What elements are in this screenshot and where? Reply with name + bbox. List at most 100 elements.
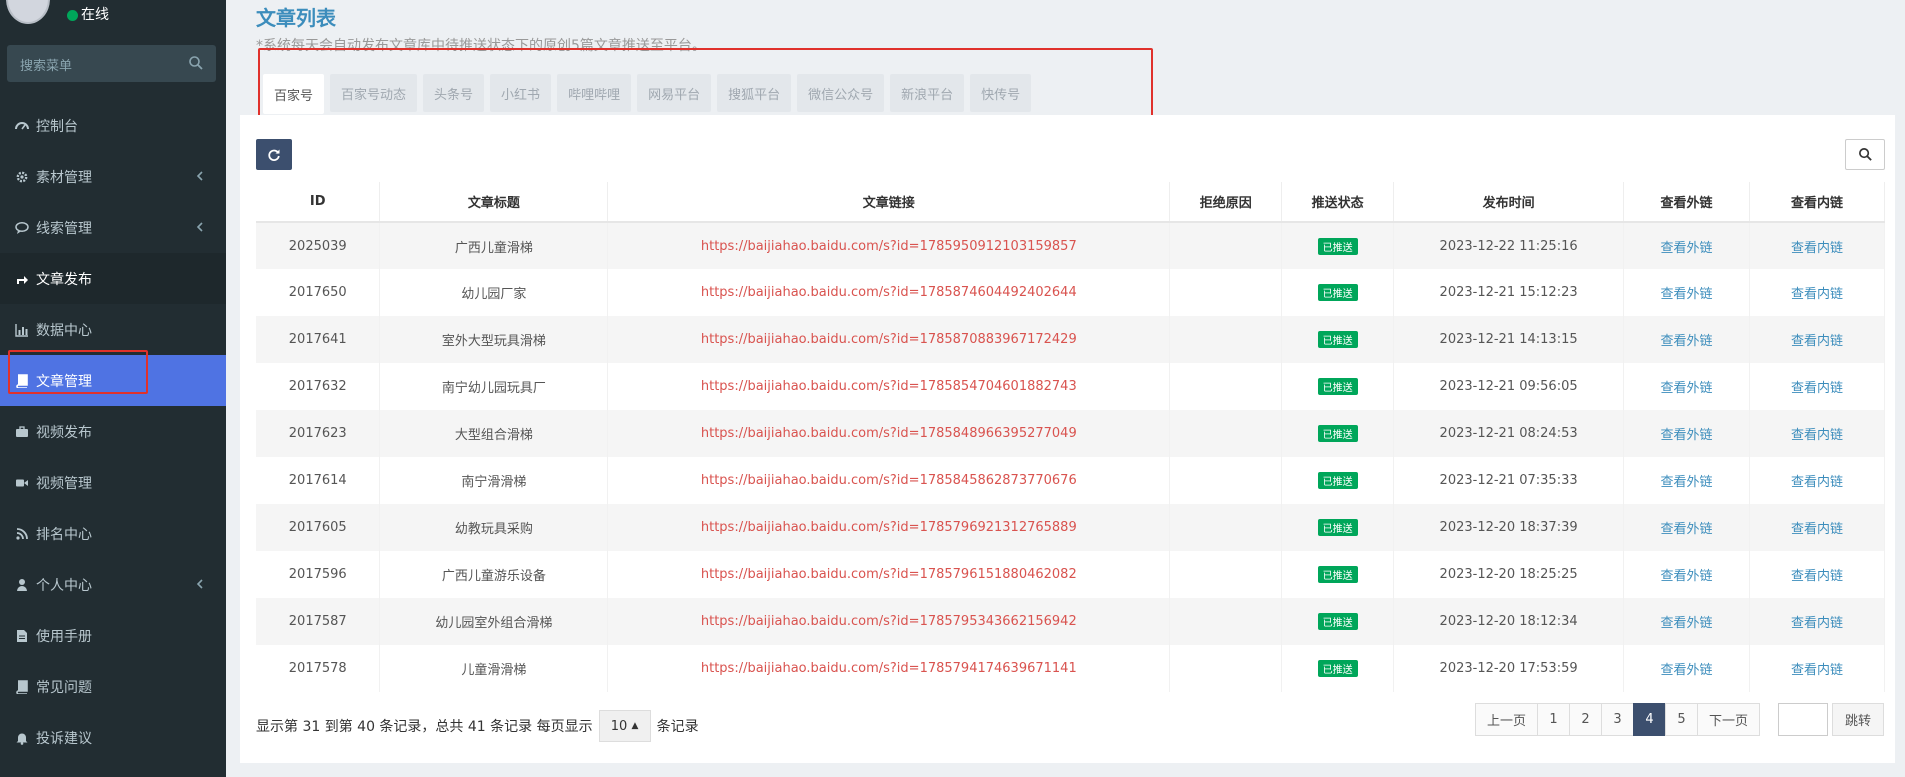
view-internal-link[interactable]: 查看内链 xyxy=(1791,334,1843,349)
chevron-left-icon xyxy=(196,579,203,589)
status-badge: 已推送 xyxy=(1317,425,1358,442)
status-badge: 已推送 xyxy=(1317,613,1358,630)
cell-id: 2017632 xyxy=(256,363,381,410)
view-external-link[interactable]: 查看外链 xyxy=(1661,334,1713,349)
refresh-button[interactable] xyxy=(256,139,292,170)
jump-page-input[interactable] xyxy=(1778,703,1828,736)
article-link[interactable]: https://baijiahao.baidu.com/s?id=1785845… xyxy=(701,473,1077,488)
book-icon xyxy=(14,679,30,695)
view-external-link[interactable]: 查看外链 xyxy=(1661,287,1713,302)
view-external-link[interactable]: 查看外链 xyxy=(1661,475,1713,490)
column-header[interactable]: 推送状态 xyxy=(1281,182,1395,223)
view-external-link[interactable]: 查看外链 xyxy=(1661,616,1713,631)
page-button[interactable]: 5 xyxy=(1665,703,1699,736)
article-link[interactable]: https://baijiahao.baidu.com/s?id=1785854… xyxy=(701,379,1077,394)
article-link[interactable]: https://baijiahao.baidu.com/s?id=1785794… xyxy=(701,661,1077,676)
pagination: 上一页 1 2 3 4 5 下一页 xyxy=(1475,703,1761,736)
share-icon xyxy=(14,271,30,287)
sidebar-item-6[interactable]: 视频发布 xyxy=(0,406,226,457)
column-header[interactable]: ID xyxy=(256,182,381,223)
page-button[interactable]: 2 xyxy=(1569,703,1603,736)
page-button[interactable]: 1 xyxy=(1537,703,1571,736)
cell-id: 2017605 xyxy=(256,504,381,551)
view-external-link[interactable]: 查看外链 xyxy=(1661,241,1713,256)
article-link[interactable]: https://baijiahao.baidu.com/s?id=1785795… xyxy=(701,614,1077,629)
status-badge: 已推送 xyxy=(1317,660,1358,677)
sidebar-item-label: 数据中心 xyxy=(36,322,92,339)
column-header[interactable]: 查看内链 xyxy=(1749,182,1885,223)
sidebar-item-3[interactable]: 文章发布 xyxy=(0,253,226,304)
sidebar-item-12[interactable]: 投诉建议 xyxy=(0,712,226,763)
page-button[interactable]: 3 xyxy=(1601,703,1635,736)
view-external-link[interactable]: 查看外链 xyxy=(1661,569,1713,584)
user-panel: 在线 xyxy=(0,0,226,36)
article-link[interactable]: https://baijiahao.baidu.com/s?id=1785796… xyxy=(701,520,1077,535)
table-row: 2017650 幼儿园厂家 https://baijiahao.baidu.com/… xyxy=(256,269,1885,316)
article-link[interactable]: https://baijiahao.baidu.com/s?id=1785950… xyxy=(701,239,1077,254)
article-link[interactable]: https://baijiahao.baidu.com/s?id=1785870… xyxy=(701,332,1077,347)
view-internal-link[interactable]: 查看内链 xyxy=(1791,428,1843,443)
rss-icon xyxy=(14,526,30,542)
view-internal-link[interactable]: 查看内链 xyxy=(1791,241,1843,256)
sidebar-search-input[interactable]: 搜索菜单 xyxy=(7,45,216,82)
sidebar-item-label: 视频发布 xyxy=(36,424,92,441)
view-internal-link[interactable]: 查看内链 xyxy=(1791,287,1843,302)
column-header[interactable]: 查看外链 xyxy=(1623,182,1750,223)
avatar[interactable] xyxy=(6,0,50,24)
sidebar-item-2[interactable]: 线索管理 xyxy=(0,202,226,253)
view-internal-link[interactable]: 查看内链 xyxy=(1791,663,1843,678)
view-internal-link[interactable]: 查看内链 xyxy=(1791,616,1843,631)
sidebar-item-0[interactable]: 控制台 xyxy=(0,100,226,151)
dashboard-icon xyxy=(14,118,30,134)
cell-title: 大型组合滑梯 xyxy=(379,410,609,457)
sidebar-item-10[interactable]: 使用手册 xyxy=(0,610,226,661)
status-badge: 已推送 xyxy=(1317,378,1358,395)
cell-id: 2017587 xyxy=(256,598,381,645)
cell-reject-reason xyxy=(1169,363,1283,410)
status-badge: 已推送 xyxy=(1317,472,1358,489)
column-header[interactable]: 文章标题 xyxy=(379,182,609,223)
cell-reject-reason xyxy=(1169,504,1283,551)
records-info-suffix: 条记录 xyxy=(656,719,699,735)
sidebar-item-11[interactable]: 常见问题 xyxy=(0,661,226,712)
bell-icon xyxy=(14,730,30,746)
sidebar-item-1[interactable]: 素材管理 xyxy=(0,151,226,202)
column-header[interactable]: 拒绝原因 xyxy=(1169,182,1283,223)
table-search-button[interactable] xyxy=(1845,139,1885,170)
search-icon[interactable] xyxy=(188,55,204,71)
page-button[interactable]: 4 xyxy=(1633,703,1667,736)
file-icon xyxy=(14,628,30,644)
view-internal-link[interactable]: 查看内链 xyxy=(1791,475,1843,490)
view-external-link[interactable]: 查看外链 xyxy=(1661,663,1713,678)
view-internal-link[interactable]: 查看内链 xyxy=(1791,569,1843,584)
sidebar-item-label: 排名中心 xyxy=(36,526,92,543)
bar-chart-icon xyxy=(14,322,30,338)
jump-button[interactable]: 跳转 xyxy=(1832,703,1884,736)
gear-icon xyxy=(14,169,30,185)
sidebar-item-4[interactable]: 数据中心 xyxy=(0,304,226,355)
sidebar-item-label: 控制台 xyxy=(36,118,78,135)
sidebar-menu: 控制台 素材管理 线索管理 文章发布 数据中心 文章管理 视频发布 视频管理 排名中心 个人中心使… xyxy=(0,100,226,763)
prev-page-button[interactable]: 上一页 xyxy=(1475,703,1539,736)
article-table: ID 文章标题 文章链接 拒绝原因 推送状态 发布时间 查看外链 查看内链 2025039 广西… xyxy=(256,182,1885,692)
next-page-button[interactable]: 下一页 xyxy=(1697,703,1761,736)
sidebar-item-9[interactable]: 个人中心 xyxy=(0,559,226,610)
view-internal-link[interactable]: 查看内链 xyxy=(1791,522,1843,537)
view-internal-link[interactable]: 查看内链 xyxy=(1791,381,1843,396)
view-external-link[interactable]: 查看外链 xyxy=(1661,381,1713,396)
table-row: 2017587 幼儿园室外组合滑梯 https://baijiahao.baidu.… xyxy=(256,598,1885,645)
article-link[interactable]: https://baijiahao.baidu.com/s?id=1785796… xyxy=(701,567,1077,582)
view-external-link[interactable]: 查看外链 xyxy=(1661,428,1713,443)
article-link[interactable]: https://baijiahao.baidu.com/s?id=1785874… xyxy=(701,285,1077,300)
column-header[interactable]: 文章链接 xyxy=(607,182,1171,223)
cell-publish-time: 2023-12-20 18:25:25 xyxy=(1393,551,1625,598)
page-size-select[interactable]: 10 ▲ xyxy=(598,710,651,742)
sidebar-item-label: 投诉建议 xyxy=(36,730,92,747)
article-link[interactable]: https://baijiahao.baidu.com/s?id=1785848… xyxy=(701,426,1077,441)
column-header[interactable]: 发布时间 xyxy=(1393,182,1625,223)
cell-id: 2017623 xyxy=(256,410,381,457)
cell-publish-time: 2023-12-20 17:53:59 xyxy=(1393,645,1625,692)
sidebar-item-8[interactable]: 排名中心 xyxy=(0,508,226,559)
sidebar-item-7[interactable]: 视频管理 xyxy=(0,457,226,508)
view-external-link[interactable]: 查看外链 xyxy=(1661,522,1713,537)
